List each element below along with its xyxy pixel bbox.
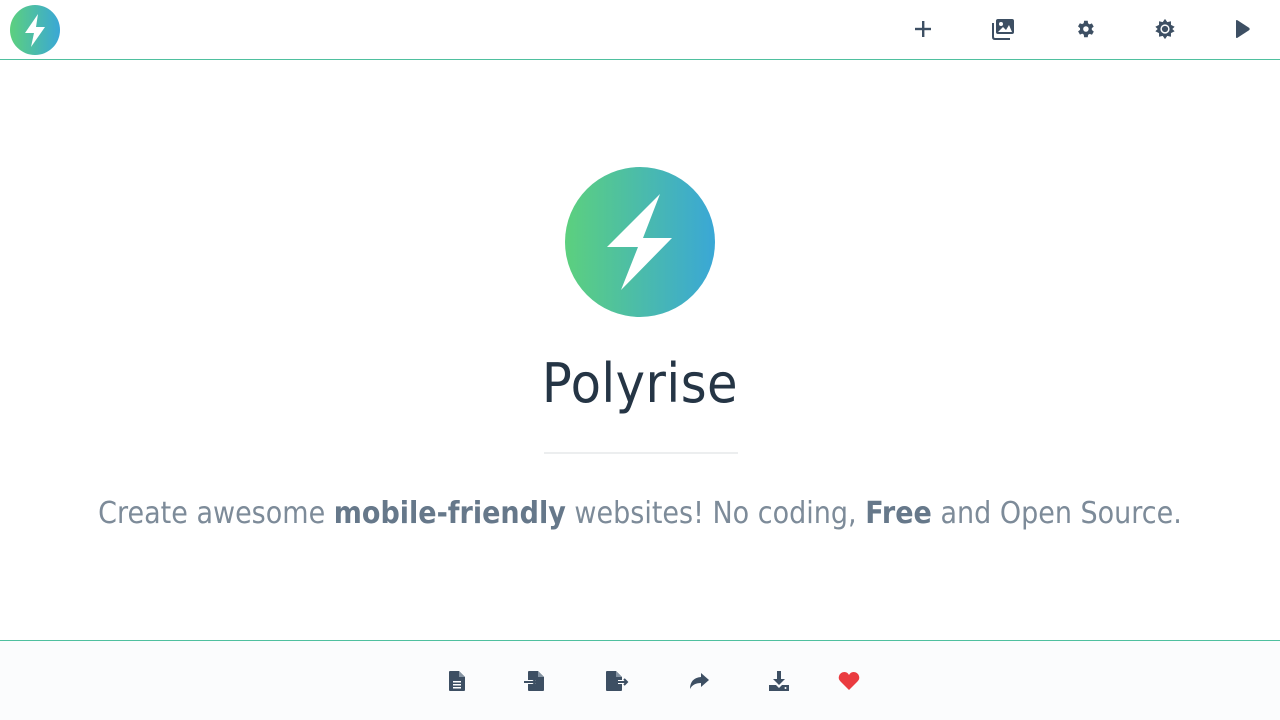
file-import-icon: [524, 671, 544, 691]
tagline-text-2: websites! No coding,: [565, 496, 866, 531]
lightning-bolt-icon: [10, 5, 60, 55]
preview-button[interactable]: [1227, 14, 1257, 44]
share-button[interactable]: [686, 668, 712, 694]
hero-logo: [565, 167, 715, 317]
play-icon: [1236, 20, 1250, 38]
import-button[interactable]: [522, 668, 548, 694]
new-page-button[interactable]: [444, 668, 470, 694]
tagline: Create awesome mobile-friendly websites!…: [64, 496, 1216, 531]
download-icon: [769, 671, 789, 691]
download-button[interactable]: [766, 668, 792, 694]
sun-icon: [1155, 18, 1175, 40]
file-icon: [449, 671, 465, 691]
media-library-button[interactable]: [988, 14, 1018, 44]
app-logo[interactable]: [10, 5, 60, 55]
title-divider: [544, 452, 738, 454]
tagline-emphasis-mobile: mobile-friendly: [333, 496, 566, 531]
share-icon: [690, 673, 709, 689]
page-title: Polyrise: [541, 352, 739, 415]
export-button[interactable]: [604, 668, 630, 694]
tagline-text-3: and Open Source.: [931, 496, 1182, 531]
plus-icon: [915, 21, 931, 37]
top-toolbar: [0, 0, 1280, 60]
tagline-emphasis-free: Free: [865, 496, 932, 531]
bottom-toolbar: [0, 640, 1280, 720]
tagline-text-1: Create awesome: [98, 496, 334, 531]
images-icon: [992, 19, 1014, 40]
heart-icon: [838, 672, 860, 690]
favorite-button[interactable]: [836, 668, 862, 694]
gear-icon: [1078, 20, 1094, 38]
lightning-bolt-icon: [565, 167, 715, 317]
theme-toggle-button[interactable]: [1150, 14, 1180, 44]
file-export-icon: [606, 671, 629, 691]
add-button[interactable]: [908, 14, 938, 44]
settings-button[interactable]: [1070, 14, 1100, 44]
